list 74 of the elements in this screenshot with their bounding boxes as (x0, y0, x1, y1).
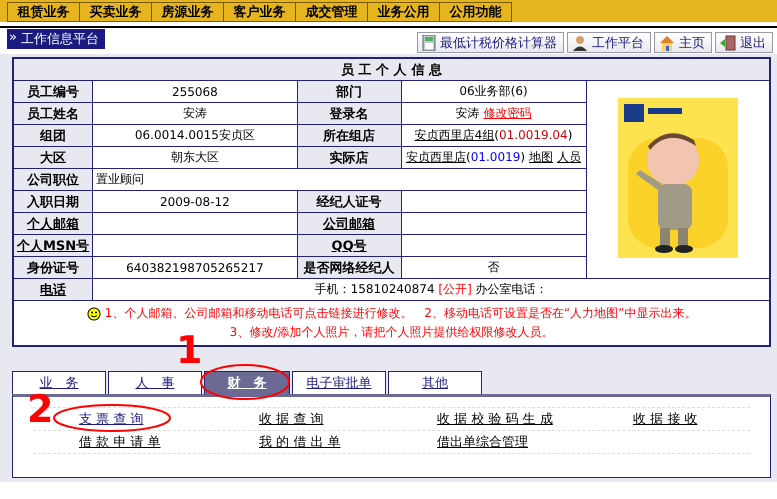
toolbar-button[interactable]: 最低计税价格计算器 (417, 32, 564, 53)
link[interactable]: 修改密码 (483, 106, 532, 120)
field-label: 员工姓名 (13, 102, 93, 124)
info-text: ) (568, 128, 572, 142)
menu-item[interactable]: 房源业务 (151, 2, 223, 22)
calculator-icon (422, 34, 436, 50)
tab[interactable]: 业 务 (12, 371, 106, 394)
field-value: 安涛 (92, 102, 298, 124)
tab[interactable]: 其他 (388, 371, 482, 394)
link[interactable]: 借 款 申 请 单 (79, 435, 161, 450)
table-title: 员 工 个 人 信 息 (13, 58, 770, 80)
toolbar-button[interactable]: 工作平台 (567, 32, 651, 53)
home-icon (659, 34, 675, 50)
toolbar-button[interactable]: 主页 (654, 32, 712, 53)
info-text: 06业务部(6) (459, 84, 528, 98)
link[interactable]: 安贞西里店 (406, 150, 466, 164)
link[interactable]: 收 据 接 收 (633, 412, 698, 427)
field-label: 身份证号 (13, 256, 93, 278)
link[interactable]: 安贞西里店4组 (414, 128, 494, 142)
info-text: ( (494, 128, 499, 142)
menu-item[interactable]: 公用功能 (439, 2, 512, 22)
info-text: ) (520, 150, 526, 164)
info-text: 否 (488, 260, 500, 274)
field-label: 组团 (13, 124, 93, 146)
field-label: 经纪人证号 (297, 190, 402, 212)
code-text: 01.0019.04 (498, 128, 568, 142)
field-value: 2009-08-12 (92, 190, 298, 212)
link[interactable]: 地图 (529, 150, 554, 164)
field-label: 大区 (13, 146, 93, 168)
field-label: 所在组店 (297, 124, 402, 146)
link[interactable]: 人员 (557, 150, 582, 164)
menu-item[interactable]: 业务公用 (367, 2, 439, 22)
field-label[interactable]: 个人邮箱 (13, 212, 93, 234)
field-value: 置业顾问 (92, 168, 586, 190)
smiley-icon (86, 306, 101, 320)
tab[interactable]: 人 事 (108, 371, 202, 394)
info-text: [公开] (438, 282, 472, 296)
field-value: 640382198705265217 (92, 256, 298, 278)
link[interactable]: 借出单综合管理 (437, 435, 528, 450)
toolbar-button[interactable]: 退出 (715, 32, 773, 53)
note-text: 1、个人邮箱、公司邮箱和移动电话可点击链接进行修改。 2、移动电话可设置是否在“人力地图”中显示出来。 (104, 305, 696, 322)
field-label: 员工编号 (13, 80, 93, 102)
menu-item[interactable]: 买卖业务 (79, 2, 151, 22)
exit-door-icon (720, 34, 736, 50)
field-value: 朝东大区 (92, 146, 298, 168)
field-label[interactable]: QQ号 (297, 234, 402, 256)
code-text: 01.0019 (470, 150, 520, 164)
tab[interactable]: 电子审批单 (292, 371, 386, 394)
field-label: 登录名 (297, 102, 402, 124)
field-label[interactable]: 个人MSN号 (13, 234, 93, 256)
field-label: 实际店 (297, 146, 402, 168)
menu-item[interactable]: 客户业务 (223, 2, 295, 22)
field-label[interactable]: 公司邮箱 (297, 212, 402, 234)
info-text: 手机：15810240874 (314, 282, 436, 296)
link[interactable]: 我 的 借 出 单 (259, 435, 341, 450)
menu-item[interactable]: 成交管理 (295, 2, 367, 22)
field-value: 06.0014.0015安贞区 (92, 124, 298, 146)
field-label: 入职日期 (13, 190, 93, 212)
link[interactable]: 收 据 校 验 码 生 成 (437, 412, 553, 427)
person-icon (572, 34, 588, 50)
field-value: 255068 (92, 80, 298, 102)
marker-text: » (9, 30, 17, 47)
menu-item[interactable]: 租赁业务 (7, 2, 79, 22)
link[interactable]: 收 据 查 询 (259, 412, 324, 427)
field-label: 是否网络经纪人 (297, 256, 402, 278)
platform-title: 工作信息平台 (20, 31, 99, 48)
info-text: ( (466, 150, 471, 164)
info-text: 安涛 (456, 106, 481, 120)
tab[interactable]: 财 务 (204, 371, 290, 394)
field-label: 部门 (297, 80, 402, 102)
info-text: 办公室电话： (474, 282, 548, 296)
note-text: 3、修改/添加个人照片，请把个人照片提供给权限修改人员。 (230, 324, 554, 341)
field-label[interactable]: 电话 (13, 278, 93, 300)
field-label: 公司职位 (13, 168, 93, 190)
